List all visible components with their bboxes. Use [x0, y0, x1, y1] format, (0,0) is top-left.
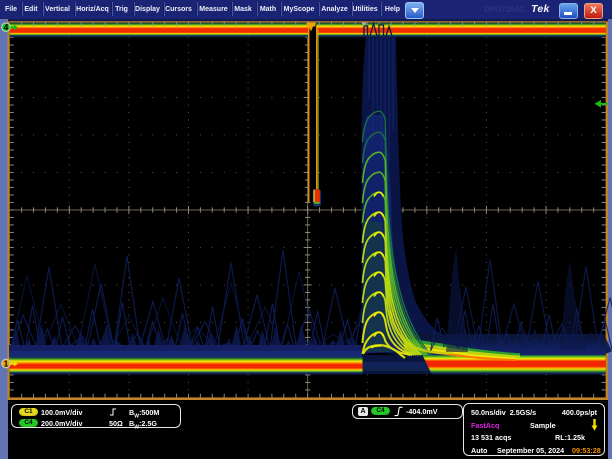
svg-text:4: 4: [4, 22, 9, 32]
svg-text:1: 1: [4, 359, 9, 369]
